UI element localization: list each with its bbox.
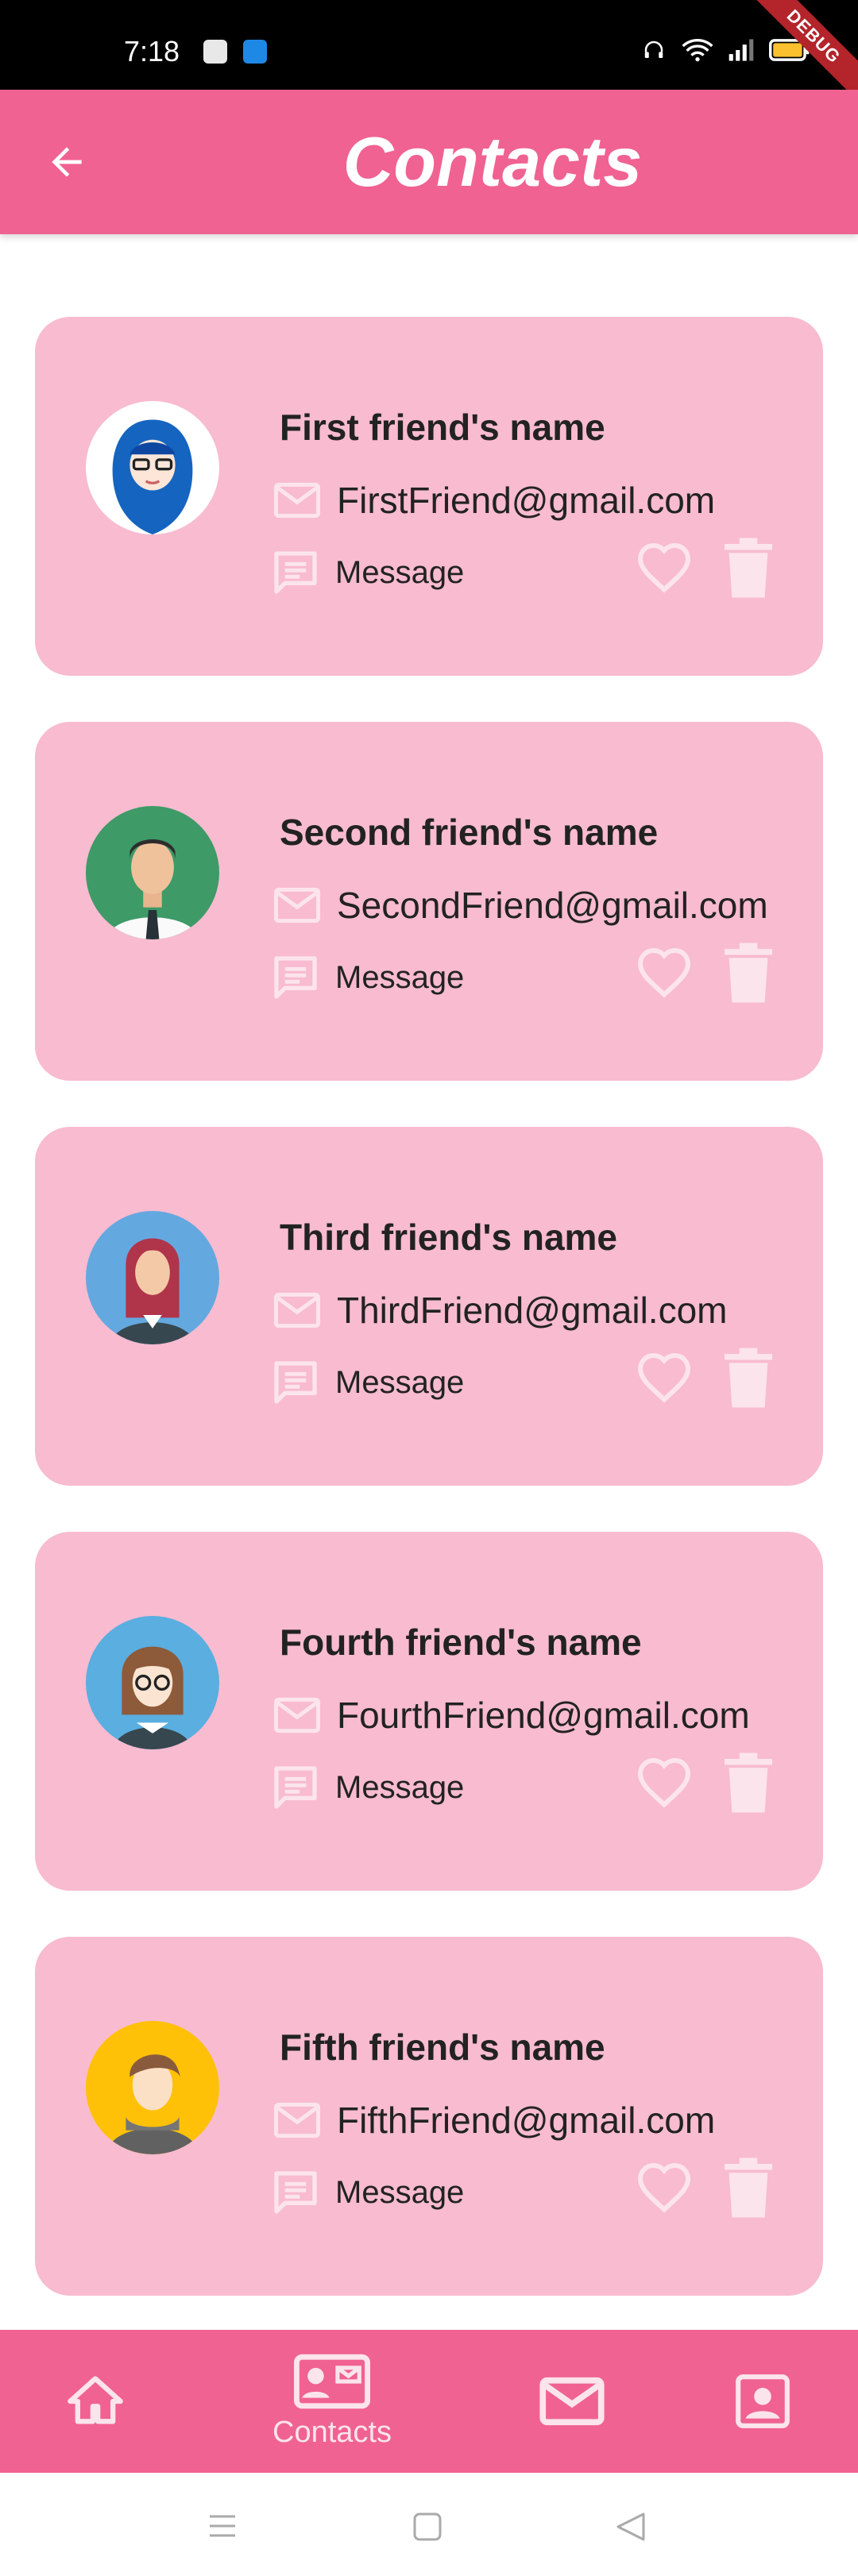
contact-card[interactable]: Third friend's name ThirdFriend@gmail.com… xyxy=(35,1127,823,1486)
heart-icon[interactable] xyxy=(636,1351,693,1408)
app-bar: Contacts xyxy=(0,90,858,234)
home-square-icon[interactable] xyxy=(413,2512,442,2541)
contact-name: Third friend's name xyxy=(280,1217,618,1258)
message-icon xyxy=(274,1361,317,1404)
contact-name: Second friend's name xyxy=(280,812,659,853)
heart-icon[interactable] xyxy=(636,2161,693,2218)
trash-icon[interactable] xyxy=(725,1753,772,1813)
nav-contacts-label: Contacts xyxy=(272,2415,392,2449)
contact-card[interactable]: Second friend's name SecondFriend@gmail.c… xyxy=(35,722,823,1081)
bottom-navigation: Contacts xyxy=(0,2330,858,2473)
usb-icon xyxy=(243,40,267,64)
status-time: 7:18 xyxy=(124,35,180,67)
email-icon xyxy=(273,2102,321,2138)
email-row: ThirdFriend@gmail.com xyxy=(273,1289,728,1332)
email-icon xyxy=(273,482,321,519)
trash-icon[interactable] xyxy=(725,943,772,1003)
system-navigation-bar xyxy=(0,2473,858,2576)
avatar xyxy=(86,2021,219,2154)
contact-email: SecondFriend@gmail.com xyxy=(337,885,768,926)
heart-icon[interactable] xyxy=(636,1756,693,1813)
gallery-icon xyxy=(203,40,227,64)
trash-icon[interactable] xyxy=(725,538,772,598)
email-icon xyxy=(273,1697,321,1733)
status-icons xyxy=(640,38,810,62)
contact-name: Fifth friend's name xyxy=(280,2026,605,2068)
message-icon xyxy=(274,1766,317,1809)
message-label: Message xyxy=(335,1769,465,1805)
message-button[interactable]: Message xyxy=(270,547,464,598)
nav-profile[interactable] xyxy=(723,2330,802,2473)
nav-contacts[interactable]: Contacts xyxy=(253,2330,412,2473)
home-icon xyxy=(68,2376,123,2424)
contact-card[interactable]: Fifth friend's name FifthFriend@gmail.com… xyxy=(35,1937,823,2296)
contact-email: FourthFriend@gmail.com xyxy=(337,1695,750,1736)
contact-card-icon xyxy=(294,2354,370,2408)
message-button[interactable]: Message xyxy=(270,1762,464,1813)
message-label: Message xyxy=(335,959,465,995)
email-row: FourthFriend@gmail.com xyxy=(273,1694,750,1737)
message-icon xyxy=(274,2171,317,2214)
message-label: Message xyxy=(335,2174,465,2210)
nav-home[interactable] xyxy=(56,2330,135,2473)
trash-icon[interactable] xyxy=(725,1348,772,1408)
contact-card[interactable]: First friend's name FirstFriend@gmail.com… xyxy=(35,317,823,676)
avatar xyxy=(86,1211,219,1344)
nav-mail[interactable] xyxy=(532,2330,612,2473)
contact-email: FirstFriend@gmail.com xyxy=(337,480,716,521)
email-row: FirstFriend@gmail.com xyxy=(273,479,715,522)
mail-icon xyxy=(539,2377,605,2426)
email-row: FifthFriend@gmail.com xyxy=(273,2099,715,2142)
contact-email: ThirdFriend@gmail.com xyxy=(337,1290,728,1331)
message-label: Message xyxy=(335,554,465,590)
contact-name: First friend's name xyxy=(280,407,605,448)
back-triangle-icon[interactable] xyxy=(615,2511,647,2543)
message-button[interactable]: Message xyxy=(270,1357,464,1408)
contact-card[interactable]: Fourth friend's name FourthFriend@gmail.c… xyxy=(35,1532,823,1891)
email-icon xyxy=(273,1292,321,1328)
headphones-icon xyxy=(644,40,663,58)
avatar xyxy=(86,1616,219,1749)
contact-email: FifthFriend@gmail.com xyxy=(337,2100,716,2141)
trash-icon[interactable] xyxy=(725,2158,772,2218)
wifi-icon xyxy=(682,39,713,62)
menu-icon[interactable] xyxy=(208,2514,237,2538)
message-icon xyxy=(274,956,317,999)
page-title: Contacts xyxy=(342,122,643,201)
contact-name: Fourth friend's name xyxy=(280,1622,642,1663)
message-label: Message xyxy=(335,1364,465,1400)
avatar xyxy=(86,401,219,534)
email-row: SecondFriend@gmail.com xyxy=(273,884,768,927)
message-button[interactable]: Message xyxy=(270,2167,464,2218)
status-bar: 7:18 DEBUG xyxy=(0,0,858,120)
heart-icon[interactable] xyxy=(636,946,693,1003)
heart-icon[interactable] xyxy=(636,541,693,598)
avatar xyxy=(86,806,219,939)
message-button[interactable]: Message xyxy=(270,952,464,1003)
message-icon xyxy=(274,551,317,594)
profile-icon xyxy=(736,2374,790,2428)
email-icon xyxy=(273,887,321,924)
signal-icon xyxy=(729,39,754,61)
